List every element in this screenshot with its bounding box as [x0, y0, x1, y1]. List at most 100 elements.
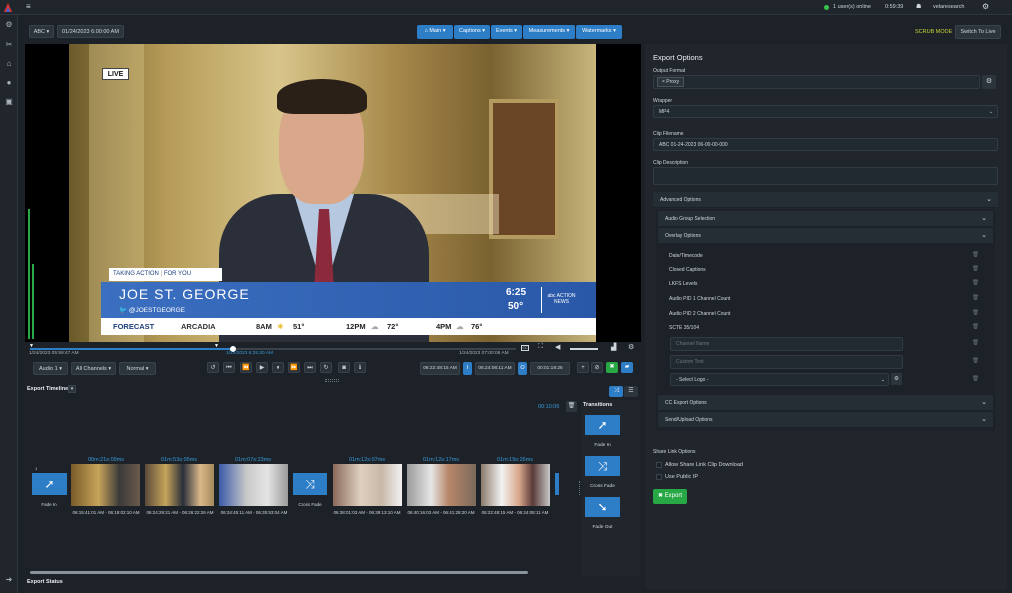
timeline-clip-3[interactable] — [219, 464, 288, 506]
cc-export-options-header[interactable]: CC Export Options ⌄ — [658, 395, 993, 411]
step-forward-icon[interactable]: ⏩ — [288, 362, 300, 373]
video-player[interactable]: LIVE TAKING ACTION | FOR YOU JOE ST. GEO… — [25, 44, 641, 342]
timeline-fade-in[interactable]: ➚ — [32, 473, 67, 495]
out-point-button[interactable]: O — [518, 362, 527, 375]
overlay-options-header[interactable]: Overlay Options ⌄ — [658, 228, 993, 244]
output-format-tag[interactable]: × Proxy — [657, 77, 685, 87]
step-back-icon[interactable]: ⏪ — [240, 362, 252, 373]
overlay-audio-pid-2[interactable]: Audio PID 2 Channel Count — [669, 311, 730, 317]
custom-text-input[interactable]: Custom Text — [670, 355, 903, 369]
username-text[interactable]: velaresearch — [933, 4, 965, 10]
timeline-clip-5[interactable] — [407, 464, 476, 506]
rewind-icon[interactable]: ↺ — [207, 362, 219, 373]
cc-icon[interactable]: CC — [521, 345, 529, 351]
trash-icon[interactable]: 🗑 — [972, 324, 979, 330]
timeline-clip-4[interactable] — [333, 464, 402, 506]
overlay-scte[interactable]: SCTE 35/104 — [669, 325, 699, 331]
trash-icon[interactable]: 🗑 — [566, 401, 577, 412]
volume-icon[interactable]: ◀ — [555, 343, 560, 351]
menu-captions[interactable]: Captions ▾ — [454, 25, 490, 39]
export-clip-icon[interactable]: ✖ — [606, 362, 618, 373]
audio-select[interactable]: Audio 1 ▾ — [33, 362, 68, 375]
output-format-field[interactable] — [653, 75, 980, 89]
speed-select[interactable]: Normal ▾ — [119, 362, 156, 375]
trash-icon[interactable]: 🗑 — [972, 280, 979, 286]
timeline-clip-6[interactable] — [481, 464, 550, 506]
trash-icon[interactable]: 🗑 — [972, 358, 979, 364]
trash-icon[interactable]: 🗑 — [972, 376, 979, 382]
player-settings-icon[interactable]: ⚙ — [628, 343, 634, 351]
menu-main[interactable]: ⌂ Main ▾ — [417, 25, 453, 39]
add-clip-icon[interactable]: + — [577, 362, 589, 373]
resize-handle[interactable] — [325, 379, 339, 382]
channels-select[interactable]: All Channels ▾ — [71, 362, 116, 375]
folder-icon[interactable]: ▰ — [621, 362, 633, 373]
info-icon[interactable]: ℹ — [354, 362, 366, 373]
play-icon[interactable]: ▶ — [256, 362, 268, 373]
transition-fade-in[interactable]: ➚ — [585, 415, 620, 435]
briefcase-icon[interactable]: ▣ — [4, 97, 14, 107]
overlay-audio-pid-1[interactable]: Audio PID 1 Channel Count — [669, 296, 730, 302]
overlay-closed-captions[interactable]: Closed Captions — [669, 267, 706, 273]
out-time-field[interactable]: 06:24:08:11 AM — [475, 362, 515, 375]
overlay-lkfs-levels[interactable]: LKFS Levels — [669, 281, 697, 287]
menu-watermarks[interactable]: Watermarks ▾ — [576, 25, 622, 39]
trash-icon[interactable]: 🗑 — [972, 295, 979, 301]
trash-icon[interactable]: 🗑 — [972, 252, 979, 258]
use-public-ip-checkbox[interactable] — [656, 474, 662, 480]
output-settings-icon[interactable]: ⚙ — [982, 75, 996, 89]
export-button[interactable]: ✖ Export — [653, 489, 687, 504]
menu-measurements[interactable]: Measurements ▾ — [523, 25, 575, 39]
user-icon[interactable]: ● — [4, 78, 14, 88]
timeline-clip-2[interactable] — [145, 464, 214, 506]
datetime-input[interactable]: 01/24/2023 6:00:00 AM — [57, 25, 124, 38]
panel-resize-handle[interactable] — [579, 481, 581, 495]
logout-icon[interactable]: ➜ — [4, 575, 14, 585]
select-logo-dropdown[interactable]: - Select Logo - ⌄ — [670, 373, 889, 386]
overlay-date-timecode[interactable]: Date/Timecode — [669, 253, 703, 259]
audio-group-selection-header[interactable]: Audio Group Selection ⌄ — [658, 211, 993, 227]
pause-icon[interactable]: ⏸ — [272, 362, 284, 373]
send-upload-options-header[interactable]: Send/Upload Options ⌄ — [658, 412, 993, 428]
clip-description-input[interactable] — [653, 167, 998, 185]
use-public-ip-label[interactable]: Use Public IP — [665, 474, 698, 480]
settings-icon[interactable]: ⚙ — [4, 20, 14, 30]
list-view-button[interactable]: ☰ — [624, 386, 638, 397]
channel-name-input[interactable]: Channel Name — [670, 337, 903, 351]
home-icon[interactable]: ⌂ — [4, 59, 14, 69]
in-time-field[interactable]: 06:22:48:15 AM — [420, 362, 460, 375]
advanced-options-header[interactable]: Advanced Options ⌄ — [653, 192, 998, 208]
allow-share-link-label[interactable]: Allow Share Link Clip Download — [665, 462, 743, 468]
timeline-dropdown[interactable]: ▾ — [68, 385, 76, 393]
switch-to-live-button[interactable]: Switch To Live — [955, 25, 1001, 39]
in-marker[interactable]: ▼ — [29, 343, 34, 349]
trash-icon[interactable]: 🗑 — [972, 266, 979, 272]
trash-icon[interactable]: 🗑 — [972, 310, 979, 316]
camera-icon[interactable]: ◙ — [338, 362, 350, 373]
loop-icon[interactable]: ↻ — [320, 362, 332, 373]
app-logo[interactable] — [4, 3, 12, 12]
transition-cross-fade[interactable]: ⤨ — [585, 456, 620, 476]
in-point-button[interactable]: I — [463, 362, 472, 375]
timeline-cross-fade[interactable]: ⤨ — [293, 473, 327, 495]
duration-field[interactable]: 00:01:19:26 — [530, 362, 570, 375]
transition-fade-out[interactable]: ➘ — [585, 497, 620, 517]
shuffle-button[interactable]: ⤨ — [609, 386, 623, 397]
allow-share-link-checkbox[interactable] — [656, 462, 662, 468]
timeline-scrollbar[interactable] — [30, 571, 528, 574]
skip-forward-icon[interactable]: ⏭ — [304, 362, 316, 373]
scrubber-track[interactable]: ▼ ▼ — [29, 343, 516, 352]
skip-back-icon[interactable]: ⏮ — [223, 362, 235, 373]
volume-slider[interactable] — [570, 348, 598, 350]
logo-settings-icon[interactable]: ⚙ — [891, 373, 902, 385]
trash-icon[interactable]: 🗑 — [972, 340, 979, 346]
tools-icon[interactable]: ✂ — [4, 40, 14, 50]
hamburger-menu-icon[interactable]: ≡ — [26, 2, 31, 11]
clip-filename-input[interactable]: ABC 01-24-2023 06-00-00-000 — [653, 138, 998, 151]
menu-events[interactable]: Events ▾ — [491, 25, 522, 39]
hide-icon[interactable]: ⊘ — [591, 362, 603, 373]
timeline-clip-1[interactable] — [71, 464, 140, 506]
channel-select[interactable]: ABC ▾ — [29, 25, 54, 38]
fullscreen-icon[interactable]: ⛶ — [538, 343, 543, 351]
wrapper-select[interactable]: MP4 ⌄ — [653, 105, 998, 118]
